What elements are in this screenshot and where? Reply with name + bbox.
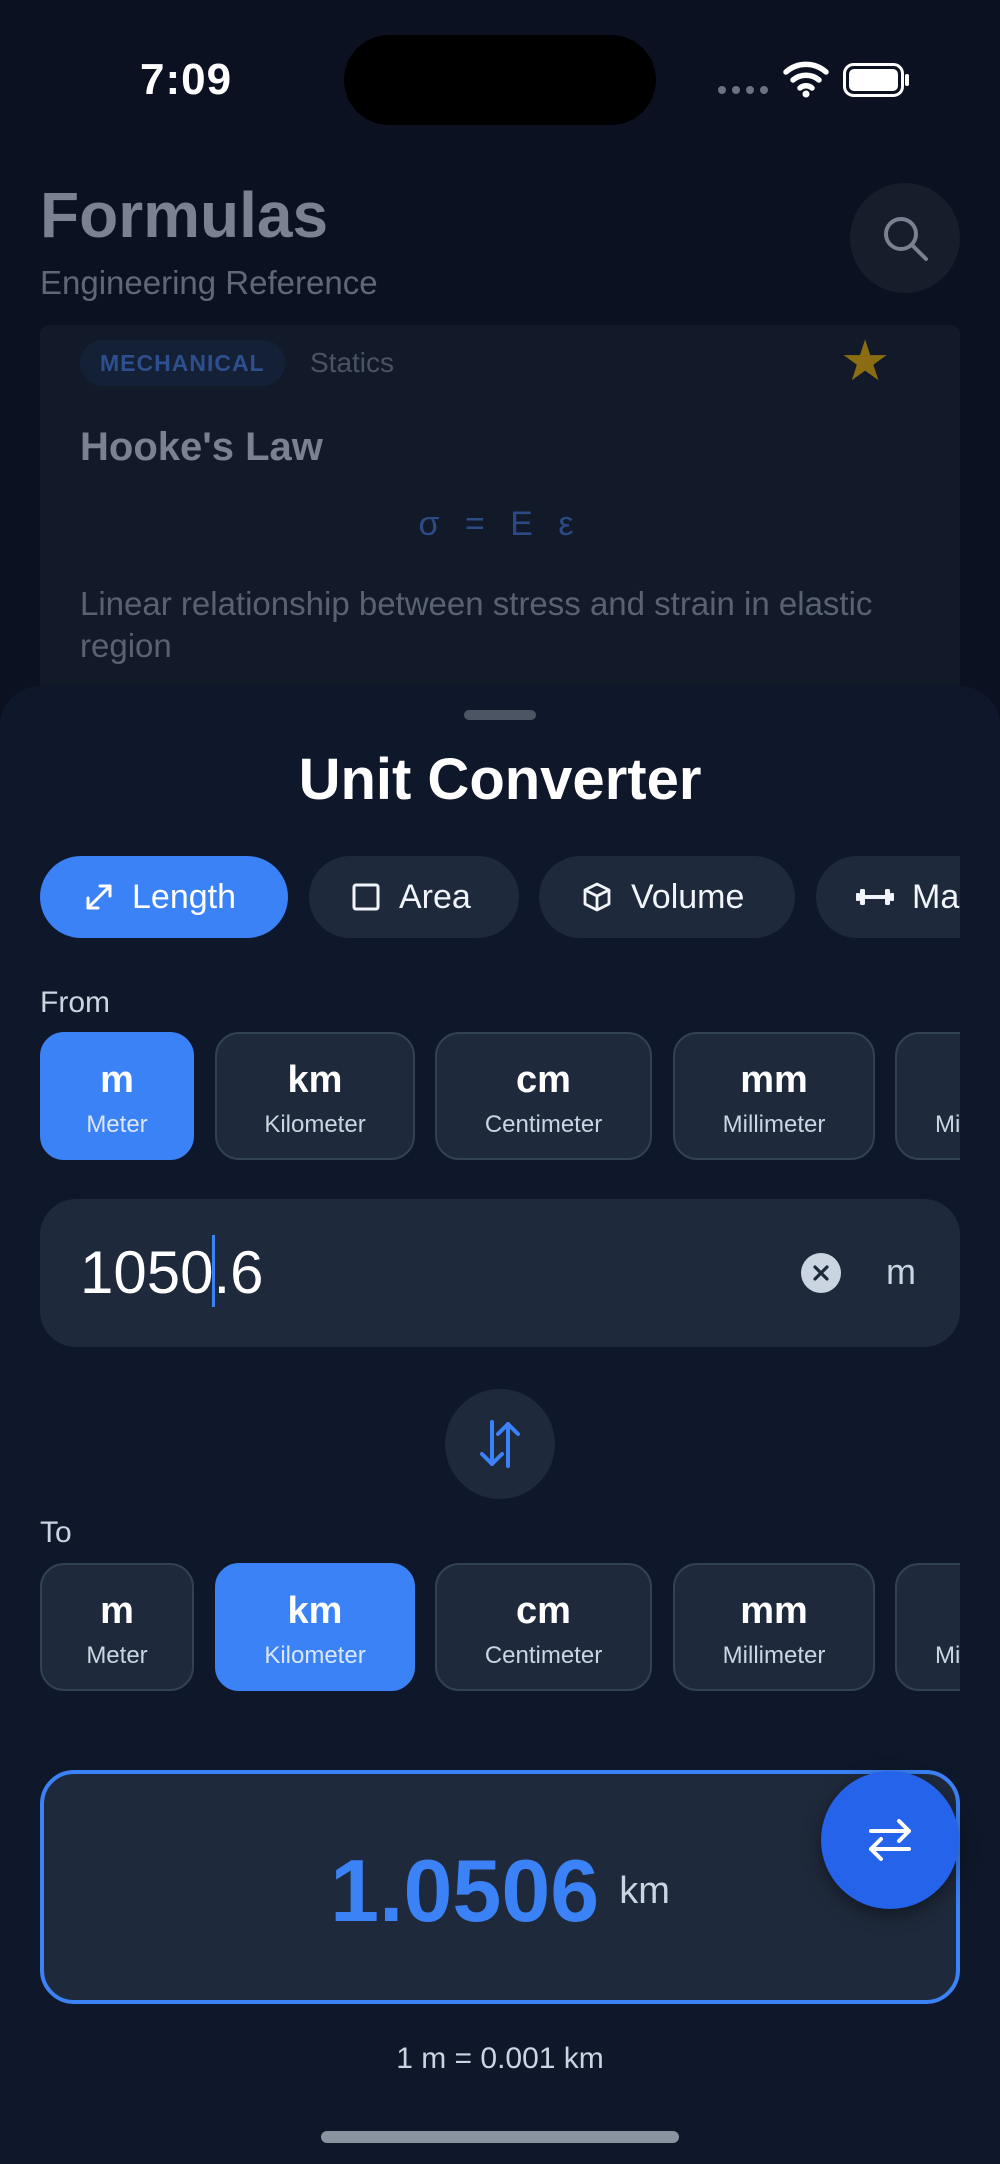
home-indicator[interactable] xyxy=(321,2131,679,2143)
unit-symbol: cm xyxy=(516,1590,571,1632)
from-unit-kilometer[interactable]: km Kilometer xyxy=(215,1032,415,1160)
to-unit-picker: m Meter km Kilometer cm Centimeter mm Mi… xyxy=(40,1563,960,1691)
conversion-ratio: 1 m = 0.001 km xyxy=(396,2042,604,2075)
search-icon xyxy=(884,217,928,261)
result-unit: km xyxy=(619,1869,670,1912)
from-unit-picker: m Meter km Kilometer cm Centimeter mm Mi… xyxy=(40,1032,960,1160)
unit-symbol: m xyxy=(100,1059,134,1101)
unit-symbol: µm xyxy=(897,1589,960,1633)
sheet-grabber[interactable] xyxy=(464,710,536,720)
swap-units-button[interactable] xyxy=(445,1389,555,1499)
swap-horizontal-icon xyxy=(869,1819,911,1861)
formula-description: Linear relationship between stress and s… xyxy=(80,585,873,664)
unit-symbol: m xyxy=(100,1590,134,1632)
tab-length[interactable]: Length xyxy=(40,856,288,938)
formula-name: Hooke's Law xyxy=(80,425,323,469)
unit-symbol: mm xyxy=(740,1059,808,1101)
unit-symbol: km xyxy=(287,1590,343,1632)
from-unit-centimeter[interactable]: cm Centimeter xyxy=(435,1032,652,1160)
subcategory-label: Statics xyxy=(310,347,395,378)
dumbbell-icon xyxy=(856,889,894,905)
result-display: 1.0506 km xyxy=(40,1770,960,2004)
tab-length-label: Length xyxy=(132,877,236,916)
from-unit-micrometer[interactable]: µm Micrometer xyxy=(895,1032,960,1160)
unit-name: Meter xyxy=(86,1642,148,1669)
formula-equation: σ = E ε xyxy=(418,505,582,543)
unit-symbol: mm xyxy=(740,1590,808,1632)
unit-symbol: cm xyxy=(516,1059,571,1101)
page-subtitle: Engineering Reference xyxy=(40,264,378,301)
input-unit-label: m xyxy=(886,1251,916,1292)
unit-name: Meter xyxy=(86,1111,148,1138)
to-unit-meter[interactable]: m Meter xyxy=(40,1563,194,1691)
clear-input-button[interactable] xyxy=(801,1253,841,1293)
close-icon xyxy=(813,1265,829,1281)
tab-volume[interactable]: Volume xyxy=(539,856,795,938)
swap-vertical-icon xyxy=(480,1420,520,1468)
tab-volume-label: Volume xyxy=(631,877,745,916)
unit-name: Millimeter xyxy=(722,1642,826,1669)
to-unit-millimeter[interactable]: mm Millimeter xyxy=(673,1563,875,1691)
unit-name: Centimeter xyxy=(484,1642,603,1669)
to-unit-centimeter[interactable]: cm Centimeter xyxy=(435,1563,652,1691)
unit-name: Kilometer xyxy=(264,1642,366,1669)
unit-name: Millimeter xyxy=(722,1111,826,1138)
cube-icon xyxy=(583,882,611,912)
page-title: Formulas xyxy=(40,179,329,251)
from-unit-millimeter[interactable]: mm Millimeter xyxy=(673,1032,875,1160)
tab-area[interactable]: Area xyxy=(309,856,519,938)
sheet-title: Unit Converter xyxy=(298,747,702,812)
tab-mass[interactable]: Mass xyxy=(816,856,960,938)
text-caret xyxy=(212,1235,215,1307)
formulas-page-background: Formulas Engineering Reference MECHANICA… xyxy=(0,0,1000,745)
result-line: 1.0506 km xyxy=(44,1840,956,1942)
unit-symbol: µm xyxy=(897,1058,960,1102)
from-unit-meter[interactable]: m Meter xyxy=(40,1032,194,1160)
category-badge: MECHANICAL xyxy=(80,340,285,386)
to-unit-micrometer[interactable]: µm Micrometer xyxy=(895,1563,960,1691)
value-input-text[interactable]: 1050.6 xyxy=(80,1239,264,1307)
value-input[interactable]: 1050.6 m xyxy=(40,1199,960,1347)
tab-area-label: Area xyxy=(399,877,471,916)
to-unit-kilometer[interactable]: km Kilometer xyxy=(215,1563,415,1691)
unit-converter-sheet: Unit Converter Length Area Volume Ma Fro… xyxy=(0,686,1000,2164)
from-label: From xyxy=(40,986,110,1019)
favorite-star-icon[interactable]: ★ xyxy=(840,333,890,389)
to-label: To xyxy=(40,1516,72,1549)
unit-name: Micrometer xyxy=(934,1111,960,1138)
unit-name: Kilometer xyxy=(264,1111,366,1138)
square-icon xyxy=(352,883,380,911)
expand-diagonal-icon xyxy=(86,884,112,910)
category-tabs: Length Area Volume Mass xyxy=(40,856,960,938)
unit-name: Micrometer xyxy=(934,1642,960,1669)
formula-card[interactable]: MECHANICAL Statics ★ Hooke's Law σ = E ε… xyxy=(40,325,960,745)
unit-name: Centimeter xyxy=(484,1111,603,1138)
search-button[interactable] xyxy=(850,183,960,293)
tab-mass-label: Mass xyxy=(912,877,960,916)
unit-symbol: km xyxy=(287,1059,343,1101)
converter-fab-button[interactable] xyxy=(821,1771,959,1909)
result-value: 1.0506 xyxy=(330,1841,600,1940)
